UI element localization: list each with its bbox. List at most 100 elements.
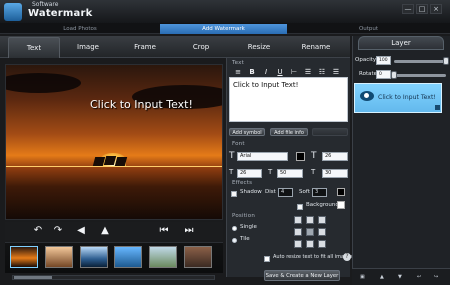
rotate-right-icon[interactable]: ↷ <box>52 225 64 237</box>
rotate-left-icon[interactable]: ↶ <box>32 225 44 237</box>
scrollbar-thumb[interactable] <box>14 276 52 279</box>
opacity-input[interactable]: 100 <box>376 56 391 65</box>
position-top-right[interactable] <box>318 216 326 224</box>
align-icon[interactable]: ≡ <box>234 68 242 76</box>
soft-input[interactable]: 3 <box>312 188 327 197</box>
opacity-slider[interactable] <box>394 60 446 63</box>
italic-icon[interactable]: I <box>262 68 270 76</box>
step-add-watermark[interactable]: Add Watermark <box>160 24 287 34</box>
rotate-label: Rotate <box>359 71 378 77</box>
position-bottom-left[interactable] <box>294 240 302 248</box>
thumbnail[interactable] <box>149 246 177 268</box>
move-up-icon[interactable]: ▲ <box>380 274 384 280</box>
step-add-label: Add Watermark <box>202 26 245 32</box>
import-icon[interactable]: ↩ <box>417 274 421 280</box>
maximize-button[interactable]: □ <box>416 4 428 14</box>
delete-layer-icon[interactable] <box>435 105 440 110</box>
spacing-icon: T <box>229 168 234 176</box>
step-output[interactable]: Output <box>287 24 450 34</box>
eye-icon[interactable] <box>360 91 374 101</box>
section-text: Text <box>232 60 244 66</box>
tab-image[interactable]: Image <box>65 37 111 58</box>
add-file-info-button[interactable]: Add file info <box>270 128 308 136</box>
new-layer-icon[interactable]: ▣ <box>360 274 365 280</box>
single-radio[interactable] <box>232 226 237 231</box>
opacity-knob[interactable] <box>443 57 449 65</box>
font-size-select[interactable]: 26 <box>322 152 348 161</box>
position-left[interactable] <box>294 228 302 236</box>
position-bottom[interactable] <box>306 240 314 248</box>
close-button[interactable]: × <box>430 4 442 14</box>
thumbnail[interactable] <box>10 246 38 268</box>
align-left-icon[interactable]: ☰ <box>304 68 312 76</box>
position-bottom-right[interactable] <box>318 240 326 248</box>
single-label: Single <box>240 224 257 230</box>
section-position: Position <box>232 213 256 219</box>
thumbnail[interactable] <box>80 246 108 268</box>
minimize-button[interactable]: — <box>402 4 414 14</box>
width-icon: T <box>268 168 273 176</box>
position-right[interactable] <box>318 228 326 236</box>
step-output-label: Output <box>358 26 379 32</box>
app-logo <box>4 3 22 21</box>
position-top-left[interactable] <box>294 216 302 224</box>
background-checkbox[interactable] <box>297 204 303 210</box>
help-icon[interactable]: ? <box>343 253 351 261</box>
tab-text[interactable]: Text <box>8 37 60 58</box>
bold-icon[interactable]: B <box>248 68 256 76</box>
watermark-preview-text[interactable]: Click to Input Text! <box>90 98 193 111</box>
spacing-input[interactable]: 26 <box>237 169 262 178</box>
position-top[interactable] <box>306 216 314 224</box>
shadow-color-swatch[interactable] <box>337 188 345 196</box>
move-down-icon[interactable]: ▼ <box>398 274 402 280</box>
tile-radio[interactable] <box>232 238 237 243</box>
width-input[interactable]: 50 <box>277 169 303 178</box>
tab-rename[interactable]: Rename <box>288 37 344 58</box>
tab-label: Resize <box>247 43 271 51</box>
height-input[interactable]: 30 <box>322 169 348 178</box>
rotate-input[interactable]: 0 <box>376 70 391 79</box>
dist-input[interactable]: 4 <box>278 188 293 197</box>
strike-icon[interactable]: ⊢ <box>290 68 298 76</box>
position-center[interactable] <box>306 228 314 236</box>
tab-crop[interactable]: Crop <box>177 37 225 58</box>
dist-label: Dist <box>265 189 276 195</box>
underline-icon[interactable]: U <box>276 68 284 76</box>
image-preview[interactable]: Click to Input Text! <box>5 64 223 220</box>
soft-label: Soft <box>299 189 310 195</box>
tab-label: Image <box>77 43 99 51</box>
previous-image-icon[interactable]: ⏮ <box>158 225 170 237</box>
save-create-layer-button[interactable]: Save & Create a New Layer <box>264 270 340 281</box>
tab-label: Frame <box>134 43 156 51</box>
rotate-slider[interactable] <box>394 74 446 77</box>
thumbnail[interactable] <box>114 246 142 268</box>
shadow-checkbox[interactable] <box>231 191 237 197</box>
thumbnail[interactable] <box>45 246 73 268</box>
align-center-icon[interactable]: ☷ <box>318 68 326 76</box>
flip-left-icon[interactable]: ◀ <box>75 225 87 237</box>
brand-small: Software <box>32 1 59 8</box>
next-image-icon[interactable]: ⏭ <box>183 225 195 237</box>
tab-label: Text <box>26 44 42 52</box>
shadow-label: Shadow <box>240 189 262 195</box>
auto-resize-checkbox[interactable] <box>264 256 270 262</box>
tab-frame[interactable]: Frame <box>121 37 169 58</box>
font-select[interactable]: Arial <box>237 152 288 161</box>
rotate-knob[interactable] <box>391 71 397 79</box>
height-icon: T <box>311 168 316 176</box>
horizon-line <box>6 166 222 167</box>
background-color-swatch[interactable] <box>337 201 345 209</box>
background-label: Background <box>306 202 339 208</box>
step-load-photos[interactable]: Load Photos <box>0 24 160 34</box>
step-load-label: Load Photos <box>63 26 97 32</box>
align-right-icon[interactable]: ☰ <box>332 68 340 76</box>
add-symbol-button[interactable]: Add symbol <box>229 128 265 136</box>
export-icon[interactable]: ↪ <box>434 274 438 280</box>
tab-resize[interactable]: Resize <box>235 37 283 58</box>
thumbnail[interactable] <box>184 246 212 268</box>
size-icon: T <box>311 151 317 161</box>
flip-horizontal-icon[interactable]: ▲ <box>99 225 111 237</box>
watermark-text-area[interactable]: Click to Input Text! <box>229 77 348 122</box>
tab-label: Rename <box>301 43 331 51</box>
font-color-swatch[interactable] <box>296 152 305 161</box>
